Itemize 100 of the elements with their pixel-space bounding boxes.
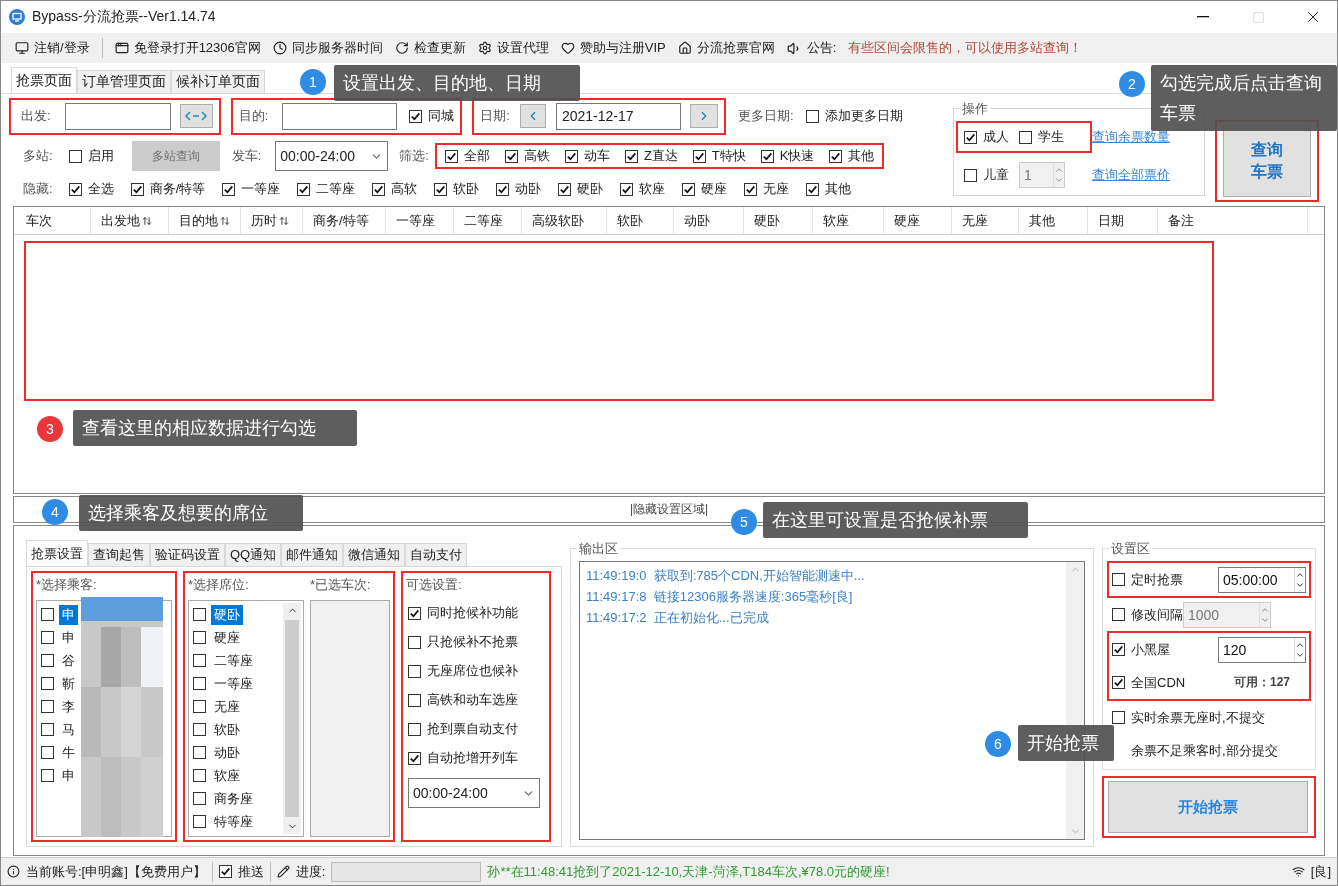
filter-checkbox[interactable]: T特快 (692, 147, 746, 165)
passenger-item[interactable]: 靳 (39, 672, 78, 695)
next-date-button[interactable] (689, 104, 718, 128)
column-header[interactable]: 高级软卧 (522, 207, 607, 234)
passenger-item[interactable]: 李 (39, 695, 78, 718)
value-spinbox[interactable]: 120 (1218, 636, 1306, 663)
setting-checkbox[interactable]: 实时余票无座时,不提交 (1112, 708, 1265, 727)
hide-checkbox[interactable]: 高软 (372, 180, 418, 198)
passenger-item[interactable]: 申 (39, 764, 78, 787)
column-header[interactable]: 其他 (1019, 207, 1088, 234)
date-field[interactable]: 2021-12-17 (555, 102, 681, 130)
departure-field[interactable] (64, 102, 171, 130)
passenger-item[interactable]: 马 (39, 718, 78, 741)
column-header[interactable]: 硬卧 (744, 207, 813, 234)
toolbar-button[interactable]: 免登录打开12306官网 (114, 39, 261, 57)
adult-checkbox[interactable]: 成人 (964, 128, 1009, 146)
departure-time-dropdown[interactable]: 00:00-24:00 (275, 141, 389, 171)
setting-checkbox[interactable]: 全国CDN (1112, 673, 1186, 692)
passenger-item[interactable]: 申 (39, 603, 78, 626)
time-range-dropdown[interactable]: 00:00-24:00 (408, 778, 540, 808)
hide-checkbox[interactable]: 商务/特等 (130, 180, 206, 198)
toolbar-button[interactable]: 检查更新 (394, 39, 466, 57)
more-dates-checkbox[interactable]: 添加更多日期 (805, 107, 903, 125)
column-header[interactable]: 软座 (813, 207, 884, 234)
child-count-spinbox[interactable]: 1 (1019, 162, 1065, 188)
option-checkbox[interactable]: 只抢候补不抢票 (408, 633, 546, 651)
setting-checkbox[interactable]: 小黑屋 (1112, 640, 1170, 659)
option-checkbox[interactable]: 同时抢候补功能 (408, 604, 546, 622)
seat-item[interactable]: 软座 (191, 764, 243, 787)
filter-checkbox[interactable]: K快速 (760, 147, 815, 165)
passenger-item[interactable]: 谷 (39, 649, 78, 672)
same-city-checkbox[interactable]: 同城 (409, 107, 455, 125)
hide-checkbox[interactable]: 硬座 (682, 180, 728, 198)
option-checkbox[interactable]: 高铁和动车选座 (408, 691, 546, 709)
column-header[interactable]: 一等座 (386, 207, 454, 234)
filter-checkbox[interactable]: Z直达 (624, 147, 678, 165)
tab[interactable]: 候补订单页面 (171, 70, 265, 93)
hide-checkbox[interactable]: 全选 (68, 180, 114, 198)
setting-checkbox[interactable]: 定时抢票 (1112, 570, 1183, 589)
option-checkbox[interactable]: 无座席位也候补 (408, 662, 546, 680)
column-header[interactable]: 出发地 (91, 207, 169, 234)
seat-item[interactable]: 二等座 (191, 649, 256, 672)
seat-item[interactable]: 无座 (191, 695, 243, 718)
toolbar-button[interactable]: 分流抢票官网 (677, 39, 775, 57)
filter-checkbox[interactable]: 其他 (829, 147, 875, 165)
column-header[interactable]: 二等座 (454, 207, 522, 234)
tab[interactable]: 自动支付 (405, 543, 468, 566)
swap-button[interactable] (179, 104, 213, 128)
remaining-tickets-link[interactable]: 查询余票数量 (1092, 128, 1202, 146)
seat-item[interactable]: 商务座 (191, 787, 256, 810)
value-spinbox[interactable]: 05:00:00 (1218, 566, 1306, 593)
hide-checkbox[interactable]: 软卧 (434, 180, 480, 198)
seat-item[interactable]: 软卧 (191, 718, 243, 741)
seat-item[interactable]: 动卧 (191, 741, 243, 764)
seat-item[interactable]: 一等座 (191, 672, 256, 695)
column-header[interactable]: 硬座 (884, 207, 952, 234)
column-header[interactable]: 目的地 (169, 207, 241, 234)
filter-checkbox[interactable]: 全部 (444, 147, 490, 165)
column-header[interactable]: 历时 (241, 207, 303, 234)
toolbar-button[interactable]: 同步服务器时间 (272, 39, 383, 57)
filter-checkbox[interactable]: 动车 (564, 147, 610, 165)
toolbar-button[interactable]: 设置代理 (477, 39, 549, 57)
scrollbar[interactable] (283, 603, 301, 834)
push-checkbox[interactable]: 推送 (218, 862, 264, 881)
passenger-item[interactable]: 牛 (39, 741, 78, 764)
destination-field[interactable] (282, 102, 398, 130)
tab[interactable]: 查询起售 (88, 543, 150, 566)
hide-checkbox[interactable]: 一等座 (222, 180, 281, 198)
all-prices-link[interactable]: 查询全部票价 (1092, 166, 1202, 184)
option-checkbox[interactable]: 抢到票自动支付 (408, 720, 546, 738)
column-header[interactable]: 无座 (952, 207, 1019, 234)
tab[interactable]: 抢票设置 (26, 540, 88, 566)
hide-checkbox[interactable]: 二等座 (297, 180, 356, 198)
seat-item[interactable]: 硬座 (191, 626, 243, 649)
tab[interactable]: 微信通知 (343, 543, 406, 566)
toolbar-button[interactable]: 注销/登录 (15, 39, 90, 57)
seat-item[interactable]: 特等座 (191, 810, 256, 833)
hide-checkbox[interactable]: 软座 (620, 180, 666, 198)
column-header[interactable]: 备注 (1158, 207, 1308, 234)
option-checkbox[interactable]: 自动抢增开列车 (408, 749, 546, 767)
hide-checkbox[interactable]: 动卧 (496, 180, 542, 198)
hide-checkbox[interactable]: 其他 (806, 180, 852, 198)
previous-date-button[interactable] (519, 104, 546, 128)
toolbar-button[interactable]: 赞助与注册VIP (560, 39, 666, 57)
column-header[interactable]: 日期 (1088, 207, 1158, 234)
column-header[interactable]: 车次 (16, 207, 91, 234)
tab[interactable]: 抢票页面 (11, 67, 77, 93)
tab[interactable]: 邮件通知 (281, 543, 344, 566)
student-checkbox[interactable]: 学生 (1019, 128, 1064, 146)
column-header[interactable]: 动卧 (674, 207, 744, 234)
hide-checkbox[interactable]: 硬卧 (558, 180, 604, 198)
column-header[interactable]: 商务/特等 (303, 207, 386, 234)
passenger-item[interactable]: 申 (39, 626, 78, 649)
child-checkbox[interactable]: 儿童 (964, 166, 1009, 184)
tab[interactable]: 订单管理页面 (77, 70, 171, 93)
enable-checkbox[interactable]: 启用 (68, 147, 114, 165)
hide-checkbox[interactable]: 无座 (744, 180, 790, 198)
column-header[interactable]: 软卧 (607, 207, 674, 234)
tab[interactable]: QQ通知 (225, 543, 282, 566)
filter-checkbox[interactable]: 高铁 (504, 147, 550, 165)
